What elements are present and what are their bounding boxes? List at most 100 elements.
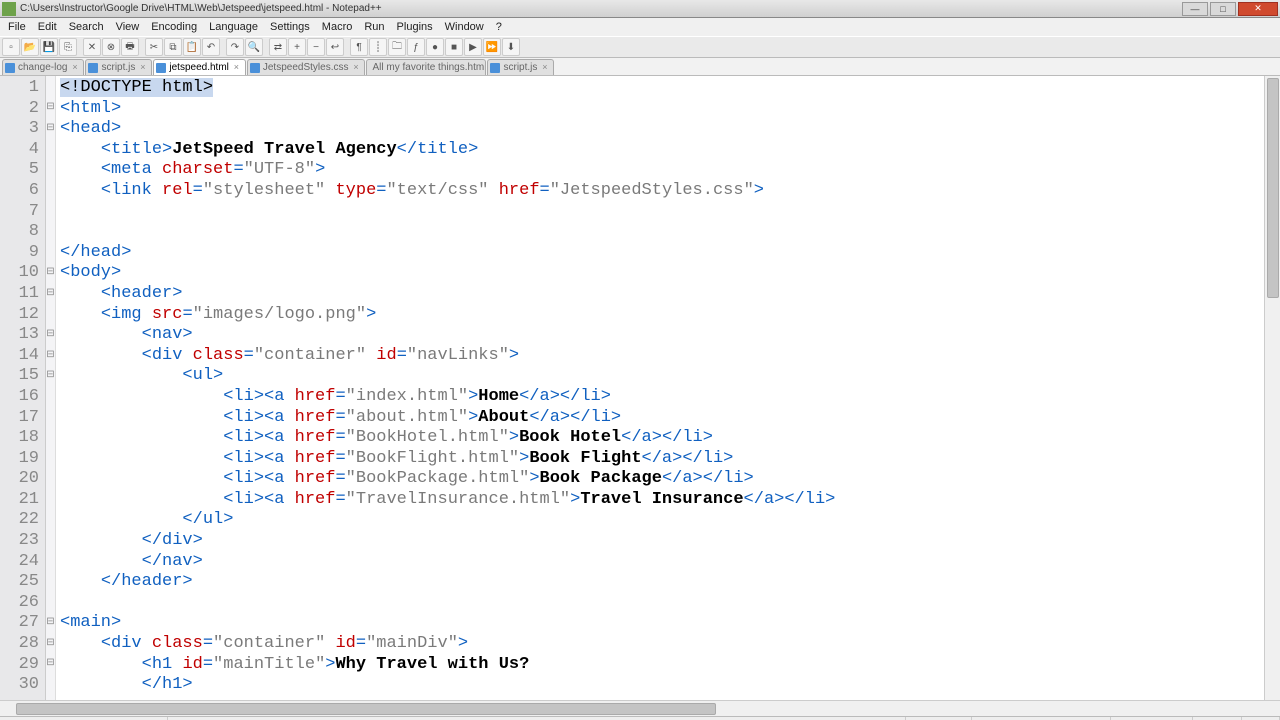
fold-marker[interactable]: ⊟: [46, 344, 55, 365]
replace-icon[interactable]: ⇄: [269, 38, 287, 56]
redo-icon[interactable]: ↷: [226, 38, 244, 56]
code-line[interactable]: <div class="container" id="mainDiv">: [60, 634, 1280, 655]
file-tab[interactable]: JetspeedStyles.css×: [247, 59, 366, 75]
vertical-scroll-thumb[interactable]: [1267, 78, 1279, 298]
fold-marker: [46, 158, 55, 179]
tab-close-icon[interactable]: ×: [70, 63, 79, 72]
menu-window[interactable]: Window: [439, 21, 490, 33]
code-line[interactable]: <li><a href="TravelInsurance.html">Trave…: [60, 490, 1280, 511]
open-icon[interactable]: 📂: [21, 38, 39, 56]
fold-marker[interactable]: ⊟: [46, 97, 55, 118]
play-icon[interactable]: ▶: [464, 38, 482, 56]
line-number: 10: [0, 263, 45, 284]
file-tab[interactable]: script.js×: [85, 59, 152, 75]
fold-marker[interactable]: ⊟: [46, 632, 55, 653]
code-line[interactable]: </head>: [60, 243, 1280, 264]
code-line[interactable]: <body>: [60, 263, 1280, 284]
menu-[interactable]: ?: [490, 21, 508, 33]
code-line[interactable]: </div>: [60, 531, 1280, 552]
file-tab[interactable]: change-log×: [2, 59, 84, 75]
tab-close-icon[interactable]: ×: [138, 63, 147, 72]
code-line[interactable]: <head>: [60, 119, 1280, 140]
fold-marker[interactable]: ⊟: [46, 323, 55, 344]
close-icon[interactable]: ✕: [83, 38, 101, 56]
menu-edit[interactable]: Edit: [32, 21, 63, 33]
code-line[interactable]: </h1>: [60, 675, 1280, 696]
code-line[interactable]: <nav>: [60, 325, 1280, 346]
code-editor[interactable]: <!DOCTYPE html><html><head> <title>JetSp…: [56, 76, 1280, 700]
vertical-scrollbar[interactable]: [1264, 76, 1280, 700]
indent-guide-icon[interactable]: ┊: [369, 38, 387, 56]
menu-encoding[interactable]: Encoding: [145, 21, 203, 33]
code-line[interactable]: [60, 593, 1280, 614]
code-line[interactable]: <div class="container" id="navLinks">: [60, 346, 1280, 367]
code-line[interactable]: <html>: [60, 99, 1280, 120]
tab-close-icon[interactable]: ×: [232, 63, 241, 72]
file-tab[interactable]: script.js×: [487, 59, 554, 75]
code-line[interactable]: <h1 id="mainTitle">Why Travel with Us?: [60, 655, 1280, 676]
close-all-icon[interactable]: ⊗: [102, 38, 120, 56]
menu-macro[interactable]: Macro: [316, 21, 359, 33]
code-line[interactable]: <img src="images/logo.png">: [60, 305, 1280, 326]
code-line[interactable]: <title>JetSpeed Travel Agency</title>: [60, 140, 1280, 161]
find-icon[interactable]: 🔍: [245, 38, 263, 56]
maximize-button[interactable]: □: [1210, 2, 1236, 16]
play-multi-icon[interactable]: ⏩: [483, 38, 501, 56]
code-line[interactable]: <main>: [60, 613, 1280, 634]
save-macro-icon[interactable]: ⬇: [502, 38, 520, 56]
menu-search[interactable]: Search: [63, 21, 110, 33]
window-close-button[interactable]: ✕: [1238, 2, 1278, 16]
minimize-button[interactable]: —: [1182, 2, 1208, 16]
horizontal-scroll-thumb[interactable]: [16, 703, 716, 715]
print-icon[interactable]: 🖶: [121, 38, 139, 56]
copy-icon[interactable]: ⧉: [164, 38, 182, 56]
file-tab[interactable]: jetspeed.html×: [153, 59, 245, 75]
code-line[interactable]: <!DOCTYPE html>: [60, 78, 1280, 99]
save-icon[interactable]: 💾: [40, 38, 58, 56]
code-line[interactable]: <header>: [60, 284, 1280, 305]
file-tab[interactable]: All my favorite things.htm×: [366, 59, 486, 75]
stop-icon[interactable]: ■: [445, 38, 463, 56]
fold-marker[interactable]: ⊟: [46, 364, 55, 385]
zoom-in-icon[interactable]: +: [288, 38, 306, 56]
menu-plugins[interactable]: Plugins: [391, 21, 439, 33]
save-all-icon[interactable]: ⎘: [59, 38, 77, 56]
menu-view[interactable]: View: [110, 21, 146, 33]
horizontal-scrollbar[interactable]: [0, 700, 1280, 716]
fold-marker[interactable]: ⊟: [46, 653, 55, 674]
record-icon[interactable]: ●: [426, 38, 444, 56]
code-line[interactable]: [60, 202, 1280, 223]
code-line[interactable]: <li><a href="about.html">About</a></li>: [60, 408, 1280, 429]
tab-close-icon[interactable]: ×: [540, 63, 549, 72]
wrap-icon[interactable]: ↩: [326, 38, 344, 56]
cut-icon[interactable]: ✂: [145, 38, 163, 56]
code-line[interactable]: <li><a href="BookPackage.html">Book Pack…: [60, 469, 1280, 490]
fold-marker[interactable]: ⊟: [46, 611, 55, 632]
fold-marker[interactable]: ⊟: [46, 117, 55, 138]
menu-language[interactable]: Language: [203, 21, 264, 33]
tab-close-icon[interactable]: ×: [351, 63, 360, 72]
code-line[interactable]: </header>: [60, 572, 1280, 593]
code-line[interactable]: [60, 222, 1280, 243]
undo-icon[interactable]: ↶: [202, 38, 220, 56]
zoom-out-icon[interactable]: −: [307, 38, 325, 56]
code-line[interactable]: </ul>: [60, 510, 1280, 531]
fold-marker[interactable]: ⊟: [46, 261, 55, 282]
code-line[interactable]: <li><a href="index.html">Home</a></li>: [60, 387, 1280, 408]
new-file-icon[interactable]: ▫: [2, 38, 20, 56]
fold-marker[interactable]: ⊟: [46, 282, 55, 303]
menu-settings[interactable]: Settings: [264, 21, 316, 33]
menu-file[interactable]: File: [2, 21, 32, 33]
menu-run[interactable]: Run: [358, 21, 390, 33]
code-line[interactable]: <ul>: [60, 366, 1280, 387]
code-line[interactable]: <li><a href="BookFlight.html">Book Fligh…: [60, 449, 1280, 470]
code-line[interactable]: </nav>: [60, 552, 1280, 573]
folder-icon[interactable]: 🗀: [388, 38, 406, 56]
paste-icon[interactable]: 📋: [183, 38, 201, 56]
show-all-icon[interactable]: ¶: [350, 38, 368, 56]
file-icon: [88, 63, 98, 73]
func-list-icon[interactable]: ƒ: [407, 38, 425, 56]
code-line[interactable]: <link rel="stylesheet" type="text/css" h…: [60, 181, 1280, 202]
code-line[interactable]: <meta charset="UTF-8">: [60, 160, 1280, 181]
code-line[interactable]: <li><a href="BookHotel.html">Book Hotel<…: [60, 428, 1280, 449]
